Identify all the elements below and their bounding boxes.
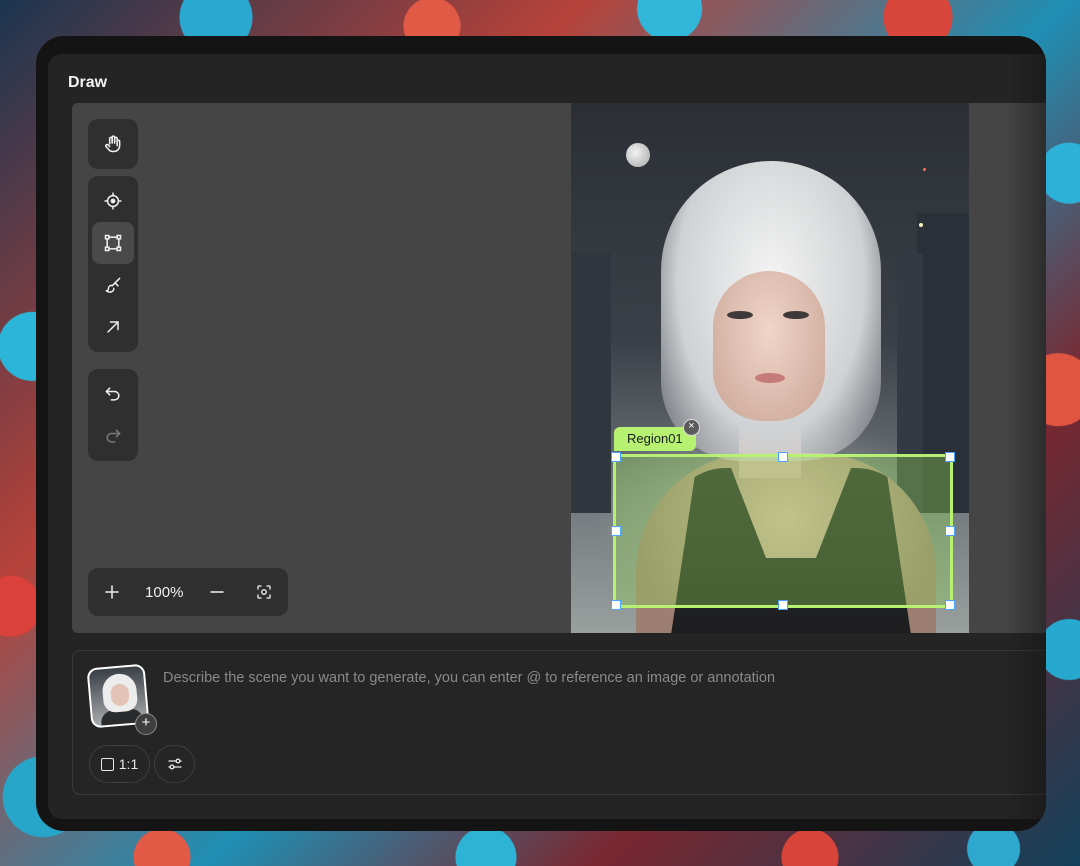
brush-tool-button[interactable] [92, 264, 134, 306]
aspect-ratio-button[interactable]: 1:1 [89, 745, 150, 783]
background-building [571, 253, 611, 513]
window-title: Draw [68, 74, 108, 91]
pan-tool-group [88, 119, 138, 169]
redo-button[interactable] [92, 415, 134, 457]
resize-handle-right[interactable] [945, 526, 955, 536]
resize-handle-bottom[interactable] [778, 600, 788, 610]
subject-lips [755, 373, 785, 383]
rectangle-select-icon [104, 234, 122, 252]
fit-to-screen-button[interactable] [240, 568, 288, 616]
prompt-panel: + Describe the scene you want to generat… [72, 650, 1046, 795]
arrow-tool-button[interactable] [92, 306, 134, 348]
hand-tool-button[interactable] [92, 123, 134, 165]
target-tool-button[interactable] [92, 180, 134, 222]
canvas-image[interactable]: Region01 × [571, 103, 969, 633]
subject-face [713, 271, 825, 421]
undo-icon [105, 387, 120, 401]
settings-button[interactable] [154, 745, 195, 783]
resize-handle-top-right[interactable] [945, 452, 955, 462]
moon [626, 143, 650, 167]
square-icon [100, 757, 114, 771]
city-light [923, 168, 926, 171]
focus-fit-icon [257, 585, 271, 599]
resize-handle-top-left[interactable] [611, 452, 621, 462]
redo-icon [106, 429, 121, 443]
aspect-ratio-label: 1:1 [118, 756, 139, 772]
add-reference-button[interactable]: + [135, 713, 157, 735]
resize-handle-bottom-left[interactable] [611, 600, 621, 610]
annotation-region[interactable] [611, 452, 955, 610]
resize-handle-bottom-right[interactable] [945, 600, 955, 610]
minus-icon [209, 591, 224, 593]
window-content: Draw Region01 × 100% + Describe the scen… [48, 54, 1046, 819]
target-icon [104, 192, 122, 210]
draw-window: Draw Region01 × 100% + Describe the scen… [36, 36, 1046, 831]
arrow-icon [107, 321, 119, 333]
zoom-controls: 100% [88, 568, 288, 616]
zoom-out-button[interactable] [193, 568, 241, 616]
plus-icon [105, 585, 119, 599]
region-delete-button[interactable]: × [683, 419, 700, 436]
subject-eye [783, 311, 809, 319]
drawing-canvas[interactable]: Region01 × 100% [72, 103, 1046, 633]
resize-handle-left[interactable] [611, 526, 621, 536]
history-tool-group [88, 369, 138, 461]
zoom-level: 100% [145, 583, 184, 601]
prompt-input[interactable]: Describe the scene you want to generate,… [163, 670, 775, 686]
subject-eye [727, 311, 753, 319]
drawing-tool-group [88, 176, 138, 352]
city-light [919, 223, 923, 227]
rectangle-tool-button[interactable] [92, 222, 134, 264]
brush-icon [105, 277, 121, 293]
resize-handle-top[interactable] [778, 452, 788, 462]
undo-button[interactable] [92, 373, 134, 415]
sliders-icon [167, 758, 182, 770]
zoom-in-button[interactable] [88, 568, 136, 616]
hand-icon [105, 135, 121, 153]
